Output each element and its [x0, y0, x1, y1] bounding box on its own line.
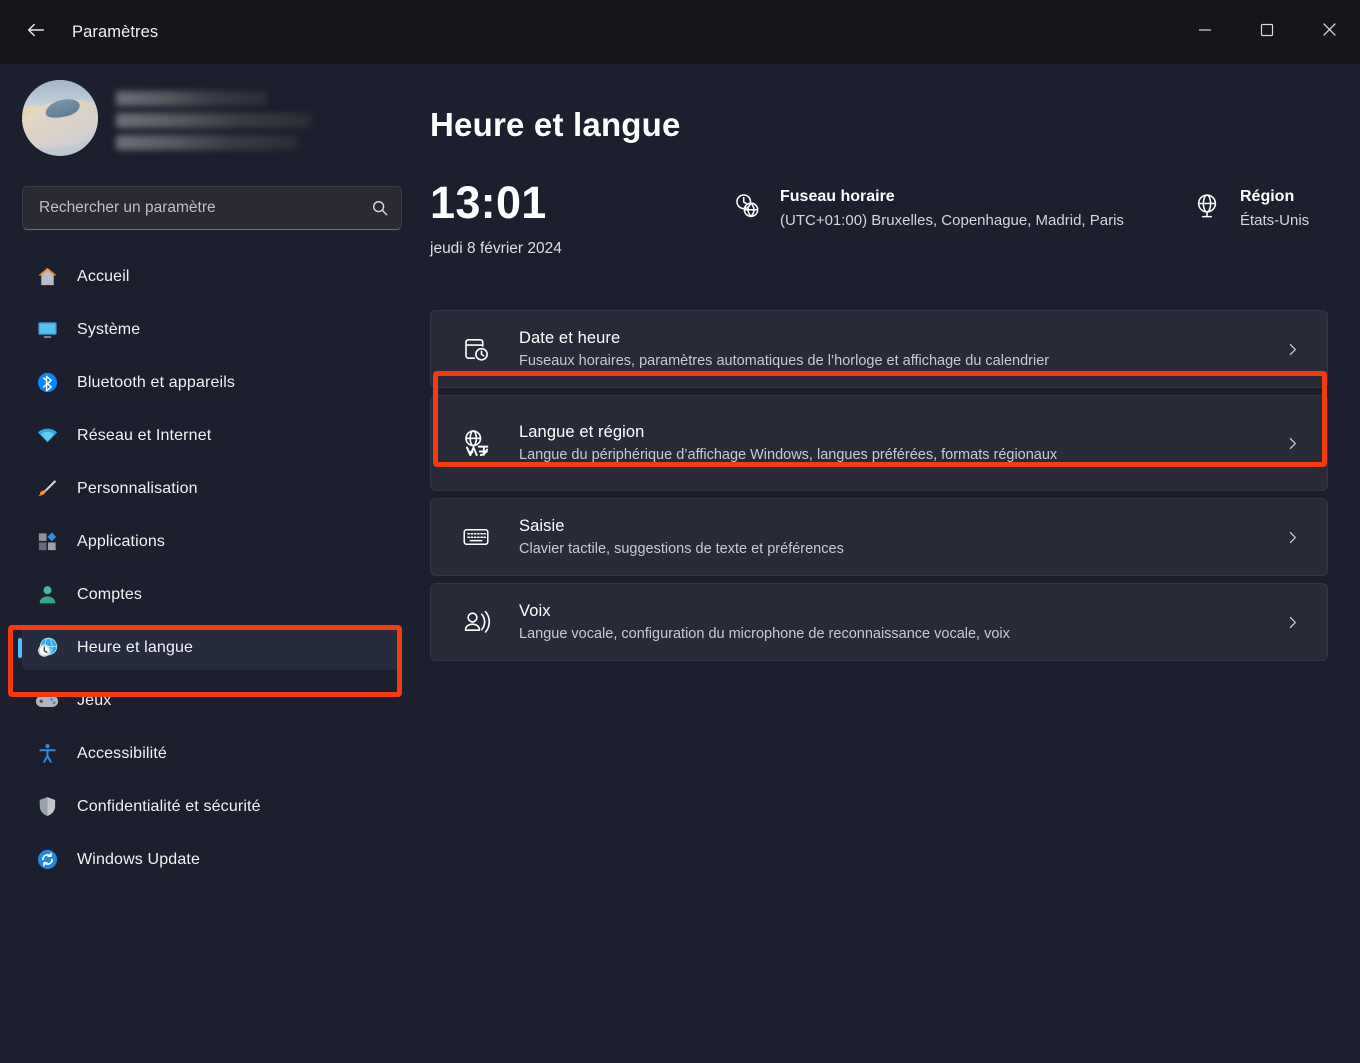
- bluetooth-icon: [34, 370, 60, 396]
- main-content: Heure et langue 13:01 jeudi 8 février 20…: [420, 64, 1360, 1063]
- update-icon: [34, 847, 60, 873]
- sidebar-item-applications[interactable]: Applications: [22, 519, 402, 564]
- card-date-et-heure[interactable]: Date et heure Fuseaux horaires, paramètr…: [430, 310, 1328, 388]
- card-text: Voix Langue vocale, configuration du mic…: [519, 602, 1279, 642]
- chevron-right-icon: [1279, 614, 1305, 631]
- speech-icon: [455, 601, 497, 643]
- accessibility-icon: [34, 741, 60, 767]
- display-icon: [34, 317, 60, 343]
- search-input[interactable]: [39, 199, 371, 217]
- sidebar-item-label: Accessibilité: [77, 744, 167, 762]
- clock-globe-icon: [34, 635, 60, 661]
- sidebar-item-jeux[interactable]: Jeux: [22, 678, 402, 723]
- settings-window: Paramètres Rechercher un paramètre Accue…: [0, 0, 1360, 1063]
- timezone-summary: Fuseau horaire (UTC+01:00) Bruxelles, Co…: [730, 180, 1190, 229]
- sidebar-item-label: Heure et langue: [77, 638, 194, 656]
- card-title: Saisie: [519, 517, 565, 535]
- card-subtitle: Fuseaux horaires, paramètres automatique…: [519, 353, 1050, 369]
- sidebar-item-systeme[interactable]: Système: [22, 307, 402, 352]
- sidebar-item-label: Réseau et Internet: [77, 426, 212, 444]
- calendar-clock-icon: [455, 328, 497, 370]
- chevron-right-icon: [1279, 435, 1305, 452]
- search-icon: [371, 199, 389, 217]
- maximize-icon: [1260, 23, 1274, 42]
- sidebar-item-label: Bluetooth et appareils: [77, 373, 236, 391]
- sidebar-item-label: Comptes: [77, 585, 143, 603]
- time-summary: 13:01 jeudi 8 février 2024 Fuseau horair: [430, 180, 1328, 272]
- window-controls: [1174, 0, 1360, 64]
- sidebar-item-confidentialite[interactable]: Confidentialité et sécurité: [22, 784, 402, 829]
- user-email-redacted: [116, 112, 312, 128]
- sidebar-item-label: Confidentialité et sécurité: [77, 797, 261, 815]
- sidebar-nav: Accueil Système Bluetooth et appareils R…: [22, 254, 402, 890]
- page-title: Heure et langue: [430, 106, 681, 143]
- user-name-redacted: [116, 90, 268, 106]
- app-title: Paramètres: [72, 22, 159, 41]
- card-text: Langue et région Langue du périphérique …: [519, 423, 1279, 463]
- timezone-value: (UTC+01:00) Bruxelles, Copenhague, Madri…: [780, 212, 1124, 229]
- card-subtitle: Langue du périphérique d’affichage Windo…: [519, 447, 1058, 463]
- sidebar-item-comptes[interactable]: Comptes: [22, 572, 402, 617]
- account-icon: [34, 582, 60, 608]
- sidebar-item-accueil[interactable]: Accueil: [22, 254, 402, 299]
- card-saisie[interactable]: Saisie Clavier tactile, suggestions de t…: [430, 498, 1328, 576]
- keyboard-icon: [455, 516, 497, 558]
- card-title: Langue et région: [519, 423, 645, 441]
- sidebar-item-label: Accueil: [77, 267, 130, 285]
- sidebar-item-label: Système: [77, 320, 141, 338]
- sidebar-item-reseau[interactable]: Réseau et Internet: [22, 413, 402, 458]
- sidebar-item-label: Windows Update: [77, 850, 201, 868]
- paintbrush-icon: [34, 476, 60, 502]
- titlebar: Paramètres: [0, 0, 1360, 64]
- chevron-right-icon: [1279, 529, 1305, 546]
- user-avatar-photo: [22, 80, 98, 156]
- home-icon: [34, 264, 60, 290]
- chevron-right-icon: [1279, 341, 1305, 358]
- globe-stand-icon: [1190, 188, 1224, 222]
- gamepad-icon: [35, 695, 59, 707]
- sidebar-item-accessibilite[interactable]: Accessibilité: [22, 731, 402, 776]
- apps-icon: [34, 529, 60, 555]
- user-profile[interactable]: [22, 64, 402, 168]
- card-subtitle: Clavier tactile, suggestions de texte et…: [519, 541, 844, 557]
- sidebar: Accueil Système Bluetooth et appareils: [0, 64, 420, 1063]
- card-text: Saisie Clavier tactile, suggestions de t…: [519, 517, 1279, 557]
- minimize-icon: [1198, 23, 1212, 42]
- back-button[interactable]: [14, 14, 58, 50]
- search-box[interactable]: [22, 186, 402, 230]
- card-title: Voix: [519, 602, 551, 620]
- card-subtitle: Langue vocale, configuration du micropho…: [519, 626, 1010, 642]
- back-arrow-icon: [25, 19, 47, 46]
- language-globe-icon: [455, 422, 497, 464]
- sidebar-item-label: Jeux: [77, 691, 112, 709]
- card-title: Date et heure: [519, 329, 621, 347]
- close-button[interactable]: [1298, 0, 1360, 64]
- region-label: Région: [1240, 188, 1295, 205]
- card-langue-et-region[interactable]: Langue et région Langue du périphérique …: [430, 395, 1328, 491]
- settings-cards: Date et heure Fuseaux horaires, paramètr…: [430, 310, 1328, 661]
- timezone-label: Fuseau horaire: [780, 188, 895, 205]
- region-summary: Région États-Unis: [1190, 180, 1309, 229]
- user-identity-redacted: [116, 87, 312, 150]
- sidebar-item-bluetooth[interactable]: Bluetooth et appareils: [22, 360, 402, 405]
- close-icon: [1322, 22, 1337, 42]
- sidebar-item-heure-et-langue[interactable]: Heure et langue: [22, 625, 402, 670]
- region-value: États-Unis: [1240, 212, 1310, 229]
- current-date: jeudi 8 février 2024: [430, 240, 562, 257]
- card-text: Date et heure Fuseaux horaires, paramètr…: [519, 329, 1279, 369]
- minimize-button[interactable]: [1174, 0, 1236, 64]
- card-voix[interactable]: Voix Langue vocale, configuration du mic…: [430, 583, 1328, 661]
- sidebar-item-label: Personnalisation: [77, 479, 198, 497]
- current-time: 13:01: [430, 177, 547, 228]
- shield-icon: [34, 794, 60, 820]
- wifi-icon: [34, 423, 60, 449]
- window-body: Accueil Système Bluetooth et appareils: [0, 64, 1360, 1063]
- clock-block: 13:01 jeudi 8 février 2024: [430, 180, 730, 258]
- sidebar-item-windows-update[interactable]: Windows Update: [22, 837, 402, 882]
- sidebar-item-personnalisation[interactable]: Personnalisation: [22, 466, 402, 511]
- user-detail-redacted: [116, 134, 298, 150]
- clock-globe-icon: [730, 188, 764, 222]
- sidebar-item-label: Applications: [77, 532, 166, 550]
- maximize-button[interactable]: [1236, 0, 1298, 64]
